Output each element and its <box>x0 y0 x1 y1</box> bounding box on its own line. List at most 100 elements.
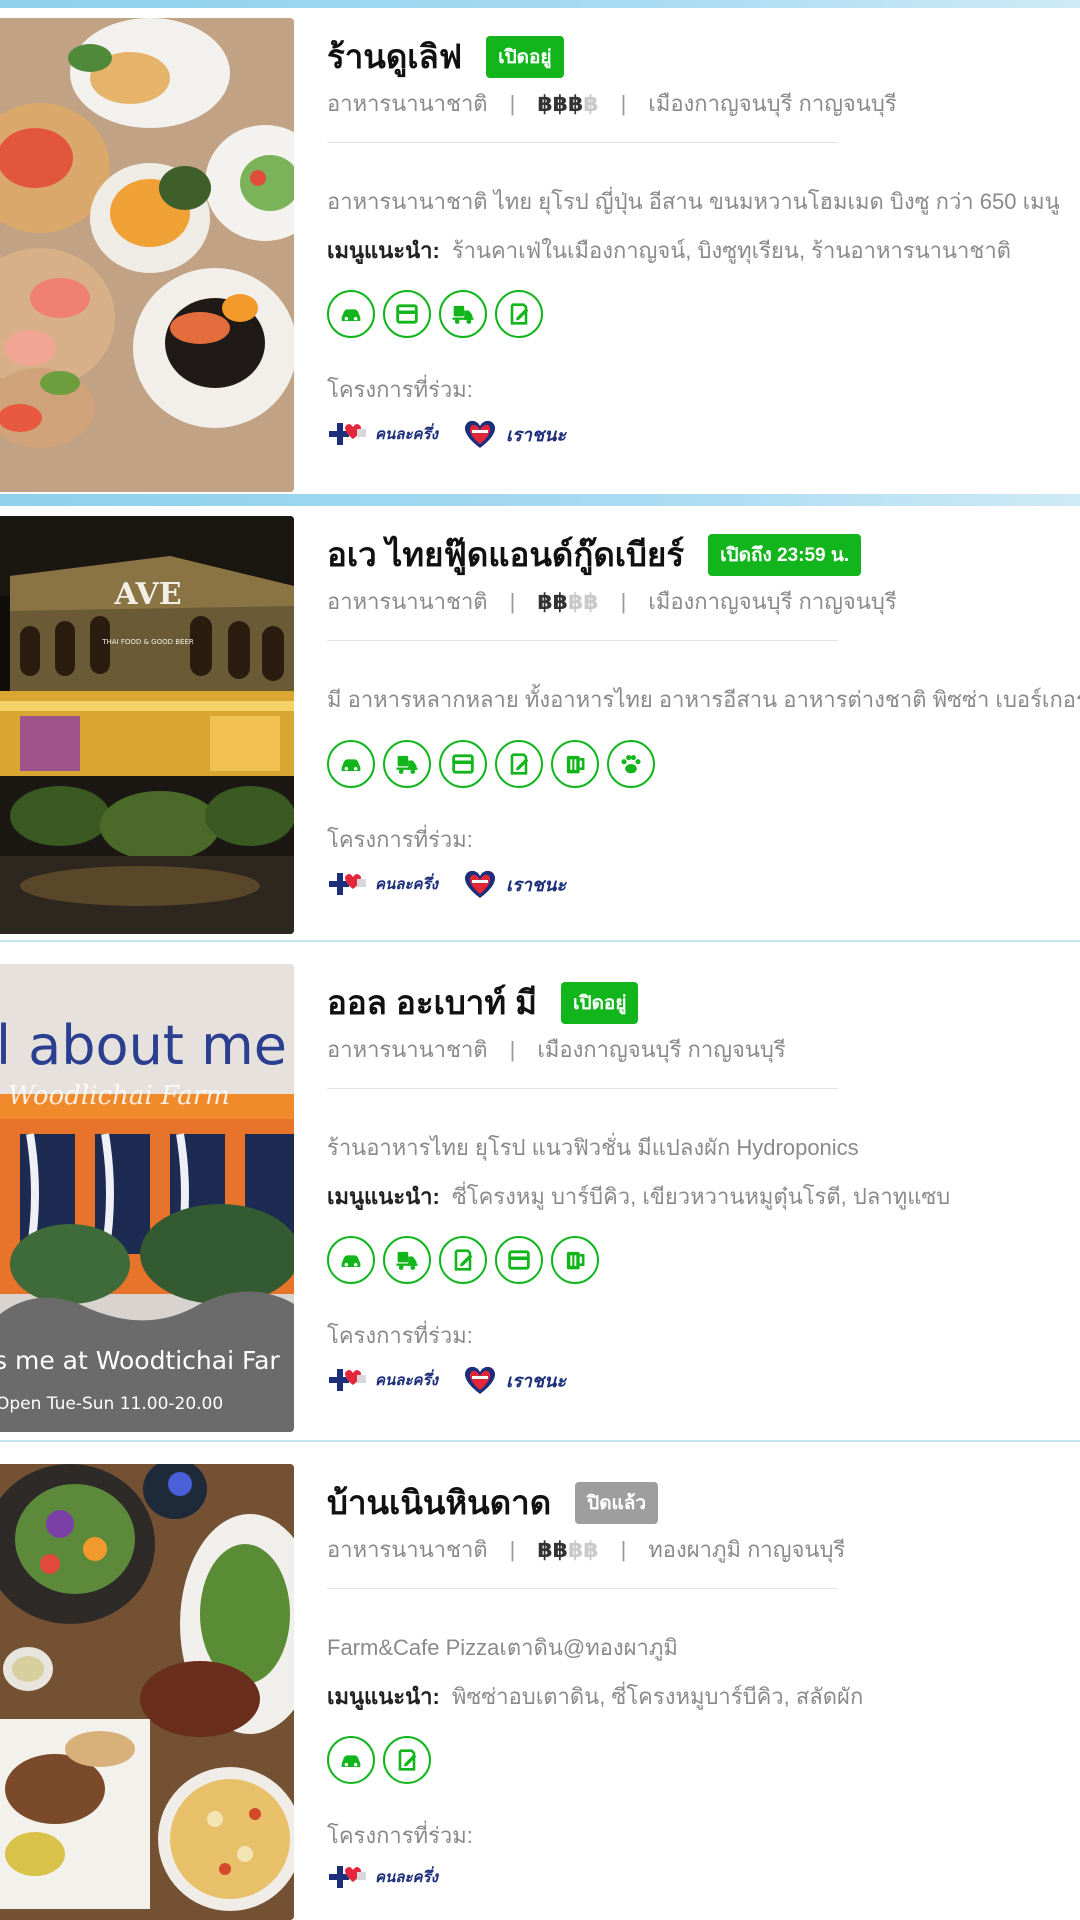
raochana-logo <box>464 870 496 898</box>
restaurant-photo[interactable]: l about me Woodlichai Farm s me at Woodt… <box>0 964 294 1432</box>
restaurant-description: Farm&Cafe Pizzaเตาดิน@ทองผาภูมิ <box>327 1635 678 1660</box>
car-parking-icon <box>327 290 375 338</box>
beer-icon <box>551 1236 599 1284</box>
title-row: ออล อะเบาท์ มี เปิดอยู่ <box>327 976 639 1029</box>
project-logos: คนละครึ่ง เราชนะ <box>327 1364 590 1396</box>
meta-separator: | <box>509 588 516 614</box>
restaurant-name[interactable]: บ้านเนินหินดาด <box>327 1476 551 1529</box>
reservation-icon <box>495 290 543 338</box>
restaurant-name[interactable]: อเว ไทยฟู๊ดแอนด์กู๊ดเบียร์ <box>327 528 684 581</box>
divider <box>327 1088 838 1089</box>
beer-icon <box>551 740 599 788</box>
project-khonlakhrueng[interactable]: คนละครึ่ง <box>327 869 438 899</box>
reservation-icon <box>495 740 543 788</box>
restaurant-description: มี อาหารหลากหลาย ทั้งอาหารไทย อาหารอีสาน… <box>327 687 1080 712</box>
card-payment-icon <box>495 1236 543 1284</box>
restaurant-meta: อาหารนานาชาติ | เมืองกาญจนบุรี กาญจนบุรี <box>327 1032 786 1067</box>
restaurant-card[interactable]: AVE THAI FOOD & GOOD BEER อเว ไทยฟู๊ดแอน… <box>0 506 1080 940</box>
delivery-icon <box>439 290 487 338</box>
projects-label: โครงการที่ร่วม: <box>327 1823 473 1848</box>
sign-ave: AVE <box>113 577 181 612</box>
service-icons <box>327 1236 607 1284</box>
status-badge: เปิดอยู่ <box>561 981 639 1024</box>
car-parking-icon <box>327 1736 375 1784</box>
car-parking-icon <box>327 1236 375 1284</box>
meta-separator: | <box>509 1036 516 1062</box>
meta-separator: | <box>620 1536 627 1562</box>
service-icons <box>327 1736 439 1784</box>
restaurant-description: อาหารนานาชาติ ไทย ยุโรป ญี่ปุ่น อีสาน ขน… <box>327 189 1060 214</box>
service-icons <box>327 740 663 788</box>
project-raochana[interactable]: เราชนะ <box>462 1364 566 1396</box>
sign-farm-name: Woodlichai Farm <box>8 1081 230 1111</box>
restaurant-card[interactable]: l about me Woodlichai Farm s me at Woodt… <box>0 954 1080 1440</box>
card-separator <box>0 494 1080 506</box>
location-label: เมืองกาญจนบุรี กาญจนบุรี <box>537 1037 786 1062</box>
recommended-items: ร้านคาเฟ่ในเมืองกาญจน์, บิงซูทุเรียน, ร้… <box>451 238 1011 263</box>
project-khonlakhrueng[interactable]: คนละครึ่ง <box>327 1365 438 1395</box>
divider <box>327 640 838 641</box>
raochana-logo <box>464 1366 496 1394</box>
restaurant-photo[interactable] <box>0 1464 294 1920</box>
projects-label: โครงการที่ร่วม: <box>327 1323 473 1348</box>
hours-text: Open Tue-Sun 11.00-20.00 <box>0 1394 223 1414</box>
title-row: ร้านดูเลิฟ เปิดอยู่ <box>327 30 564 83</box>
restaurant-name[interactable]: ออล อะเบาท์ มี <box>327 976 537 1029</box>
status-badge: เปิดอยู่ <box>486 35 564 78</box>
recommended-items: ซี่โครงหมู บาร์บีคิว, เขียวหวานหมูตุ๋นโร… <box>451 1184 951 1209</box>
price-level: ฿฿฿฿ <box>537 90 599 116</box>
location-label: เมืองกาญจนบุรี กาญจนบุรี <box>648 91 897 116</box>
category-label: อาหารนานาชาติ <box>327 91 488 116</box>
card-separator <box>0 940 1080 942</box>
restaurant-name[interactable]: ร้านดูเลิฟ <box>327 30 462 83</box>
recommended-label: เมนูแนะนำ: <box>327 1684 440 1709</box>
car-parking-icon <box>327 740 375 788</box>
project-raochana[interactable]: เราชนะ <box>462 868 566 900</box>
delivery-icon <box>383 1236 431 1284</box>
meta-separator: | <box>620 90 627 116</box>
service-icons <box>327 290 551 338</box>
khonlakhrueng-logo <box>329 423 366 445</box>
location-label: เมืองกาญจนบุรี กาญจนบุรี <box>648 589 897 614</box>
category-label: อาหารนานาชาติ <box>327 1037 488 1062</box>
recommended-menu: เมนูแนะนำ: ร้านคาเฟ่ในเมืองกาญจน์, บิงซูท… <box>327 233 1011 268</box>
card-payment-icon <box>439 740 487 788</box>
card-payment-icon <box>383 290 431 338</box>
top-separator <box>0 0 1080 8</box>
restaurant-description: ร้านอาหารไทย ยุโรป แนวฟิวชั่น มีแปลงผัก … <box>327 1135 859 1160</box>
restaurant-photo[interactable] <box>0 18 294 492</box>
meta-separator: | <box>620 588 627 614</box>
recommended-label: เมนูแนะนำ: <box>327 238 440 263</box>
reservation-icon <box>439 1236 487 1284</box>
location-label: ทองผาภูมิ กาญจนบุรี <box>648 1537 846 1562</box>
status-badge: เปิดถึง 23:59 น. <box>708 533 862 576</box>
reservation-icon <box>383 1736 431 1784</box>
price-level: ฿฿฿฿ <box>537 1536 599 1562</box>
project-logos: คนละครึ่ง <box>327 1862 462 1892</box>
pet-friendly-icon <box>607 740 655 788</box>
recommended-items: พิซซ่าอบเตาดิน, ซี่โครงหมูบาร์บีคิว, สลั… <box>451 1684 864 1709</box>
project-logos: คนละครึ่ง เราชนะ <box>327 868 590 900</box>
divider <box>327 142 838 143</box>
sign-ave-sub: THAI FOOD & GOOD BEER <box>101 638 194 646</box>
project-logos: คนละครึ่ง เราชนะ <box>327 418 590 450</box>
projects-label: โครงการที่ร่วม: <box>327 377 473 402</box>
sign-all-about-me: l about me <box>0 1014 287 1077</box>
title-row: บ้านเนินหินดาด ปิดแล้ว <box>327 1476 659 1529</box>
title-row: อเว ไทยฟู๊ดแอนด์กู๊ดเบียร์ เปิดถึง 23:59… <box>327 528 862 581</box>
restaurant-meta: อาหารนานาชาติ | ฿฿฿฿ | เมืองกาญจนบุรี กา… <box>327 86 897 121</box>
restaurant-card[interactable]: บ้านเนินหินดาด ปิดแล้ว อาหารนานาชาติ | ฿… <box>0 1454 1080 1920</box>
restaurant-meta: อาหารนานาชาติ | ฿฿฿฿ | ทองผาภูมิ กาญจนบุ… <box>327 1532 845 1567</box>
card-separator <box>0 1440 1080 1442</box>
restaurant-card[interactable]: ร้านดูเลิฟ เปิดอยู่ อาหารนานาชาติ | ฿฿฿฿… <box>0 8 1080 494</box>
project-khonlakhrueng[interactable]: คนละครึ่ง <box>327 419 438 449</box>
khonlakhrueng-logo <box>329 873 366 895</box>
project-raochana[interactable]: เราชนะ <box>462 418 566 450</box>
khonlakhrueng-logo <box>329 1369 366 1391</box>
raochana-logo <box>464 420 496 448</box>
category-label: อาหารนานาชาติ <box>327 589 488 614</box>
delivery-icon <box>383 740 431 788</box>
project-khonlakhrueng[interactable]: คนละครึ่ง <box>327 1862 438 1892</box>
divider <box>327 1588 838 1589</box>
restaurant-photo[interactable]: AVE THAI FOOD & GOOD BEER <box>0 516 294 934</box>
